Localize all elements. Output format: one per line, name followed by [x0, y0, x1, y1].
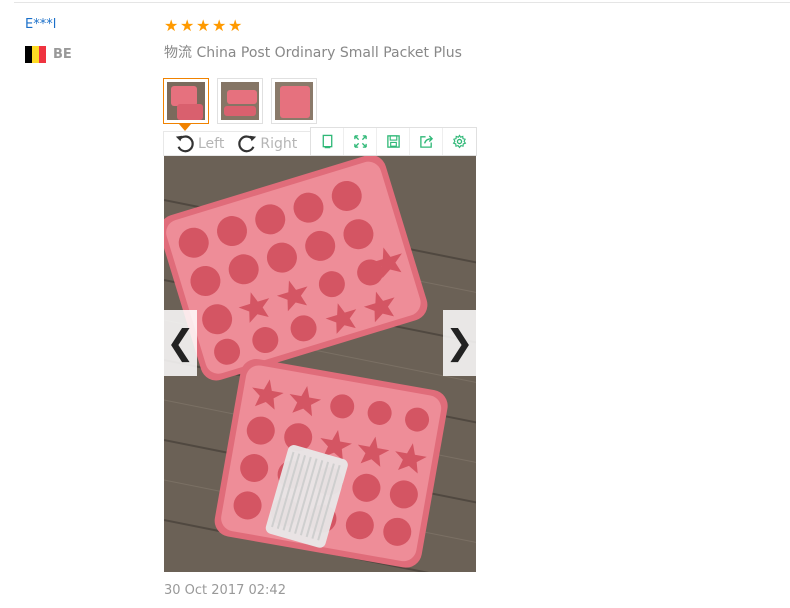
- fullscreen-icon: [353, 135, 367, 148]
- previous-photo-button[interactable]: ❮: [164, 310, 197, 376]
- star-icon: ★: [180, 16, 195, 35]
- thumbnail-3[interactable]: [271, 78, 317, 124]
- star-icon: ★: [164, 16, 179, 35]
- rotate-left-icon: [175, 134, 194, 152]
- belgium-flag-icon: [25, 46, 46, 63]
- rotate-right-button[interactable]: Right: [236, 133, 297, 155]
- star-icon: ★: [212, 16, 227, 35]
- share-icon: [419, 135, 433, 148]
- save-icon: [386, 135, 400, 148]
- viewer-toolbar: [310, 127, 477, 156]
- fit-button[interactable]: [311, 128, 344, 155]
- next-photo-button[interactable]: ❯: [443, 310, 476, 376]
- star-icon: ★: [228, 16, 243, 35]
- country-code: BE: [53, 47, 72, 62]
- save-button[interactable]: [377, 128, 410, 155]
- fullscreen-button[interactable]: [344, 128, 377, 155]
- thumbnail-2[interactable]: [217, 78, 263, 124]
- review-photo: [164, 156, 476, 572]
- rotate-left-label: Left: [198, 135, 225, 152]
- rotate-left-button[interactable]: Left: [174, 133, 224, 155]
- rotate-right-icon: [238, 134, 257, 152]
- chevron-left-icon: ❮: [166, 323, 195, 363]
- rotate-bar: Left Right: [163, 131, 311, 156]
- rotate-right-label: Right: [260, 135, 298, 152]
- review-date: 30 Oct 2017 02:42: [164, 583, 286, 598]
- star-rating: ★ ★ ★ ★ ★: [164, 16, 243, 35]
- fit-icon: [322, 134, 332, 149]
- settings-button[interactable]: [443, 128, 476, 155]
- review-photo-viewer: ❮ ❯: [164, 156, 476, 572]
- settings-icon: [452, 134, 467, 149]
- buyer-country: BE: [25, 46, 72, 63]
- thumbnail-1[interactable]: [163, 78, 209, 124]
- chevron-right-icon: ❯: [445, 323, 474, 363]
- share-button[interactable]: [410, 128, 443, 155]
- top-divider: [14, 2, 790, 3]
- thumbnail-strip: [163, 78, 317, 124]
- shipping-method: 物流 China Post Ordinary Small Packet Plus: [164, 45, 462, 61]
- buyer-name[interactable]: E***l: [25, 17, 56, 32]
- active-thumbnail-caret: [179, 124, 191, 131]
- star-icon: ★: [196, 16, 211, 35]
